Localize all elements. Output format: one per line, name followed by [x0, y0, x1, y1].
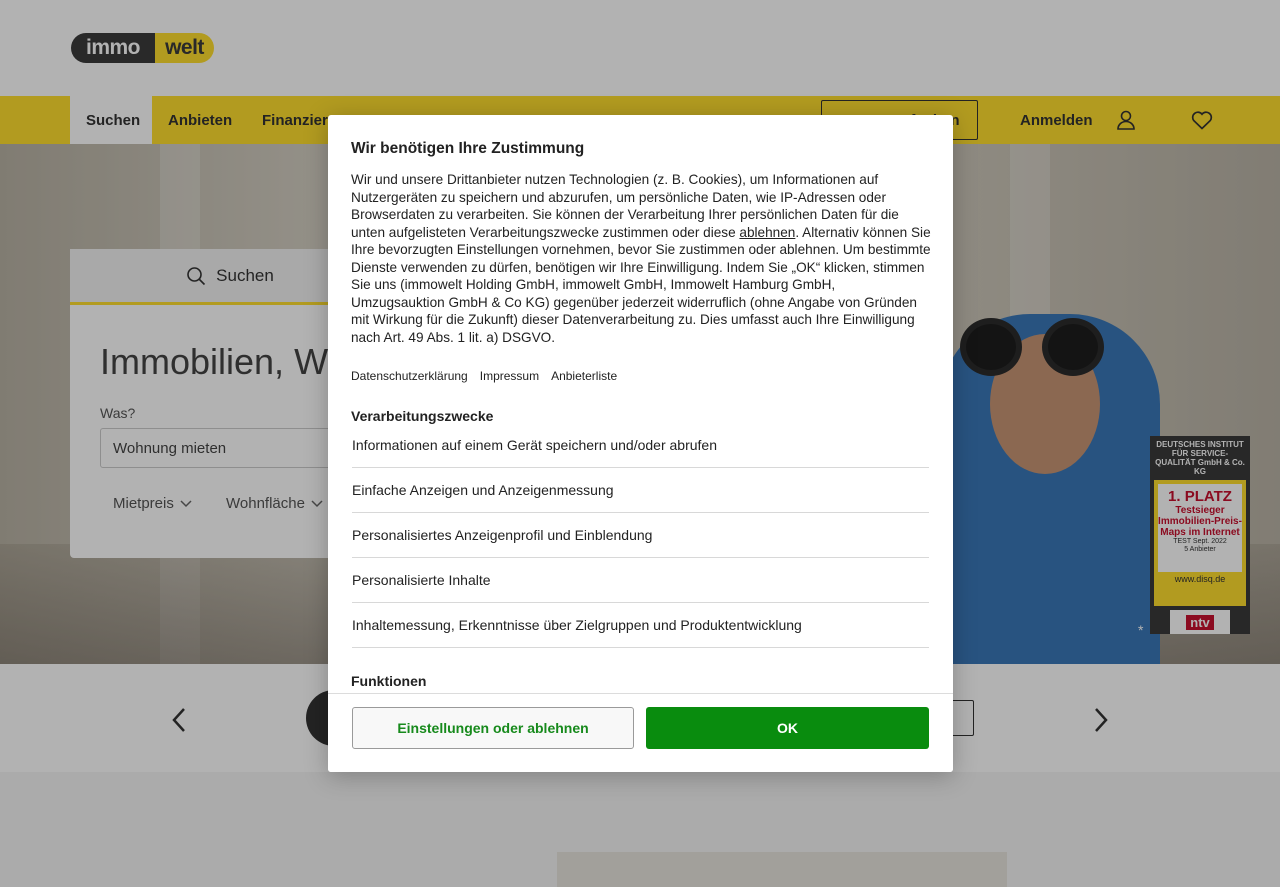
functions-heading: Funktionen: [351, 673, 427, 689]
consent-links: Datenschutzerklärung Impressum Anbieterl…: [351, 369, 617, 383]
purpose-item[interactable]: Inhaltemessung, Erkenntnisse über Zielgr…: [352, 603, 929, 648]
purposes-heading: Verarbeitungszwecke: [351, 408, 494, 424]
privacy-policy-link[interactable]: Datenschutzerklärung: [351, 369, 468, 383]
purpose-item[interactable]: Personalisiertes Anzeigenprofil und Einb…: [352, 513, 929, 558]
imprint-link[interactable]: Impressum: [480, 369, 539, 383]
consent-title: Wir benötigen Ihre Zustimmung: [351, 140, 585, 157]
purpose-item[interactable]: Informationen auf einem Gerät speichern …: [352, 423, 929, 468]
settings-or-reject-button[interactable]: Einstellungen oder ablehnen: [352, 707, 634, 749]
purpose-item[interactable]: Einfache Anzeigen und Anzeigenmessung: [352, 468, 929, 513]
purpose-item[interactable]: Personalisierte Inhalte: [352, 558, 929, 603]
consent-footer: Einstellungen oder ablehnen OK: [328, 693, 953, 772]
consent-text: Wir und unsere Drittanbieter nutzen Tech…: [351, 172, 931, 345]
ok-button[interactable]: OK: [646, 707, 929, 749]
vendor-list-link[interactable]: Anbieterliste: [551, 369, 617, 383]
consent-dialog: Wir benötigen Ihre Zustimmung Wir und un…: [328, 115, 953, 772]
reject-link[interactable]: ablehnen: [739, 225, 795, 240]
